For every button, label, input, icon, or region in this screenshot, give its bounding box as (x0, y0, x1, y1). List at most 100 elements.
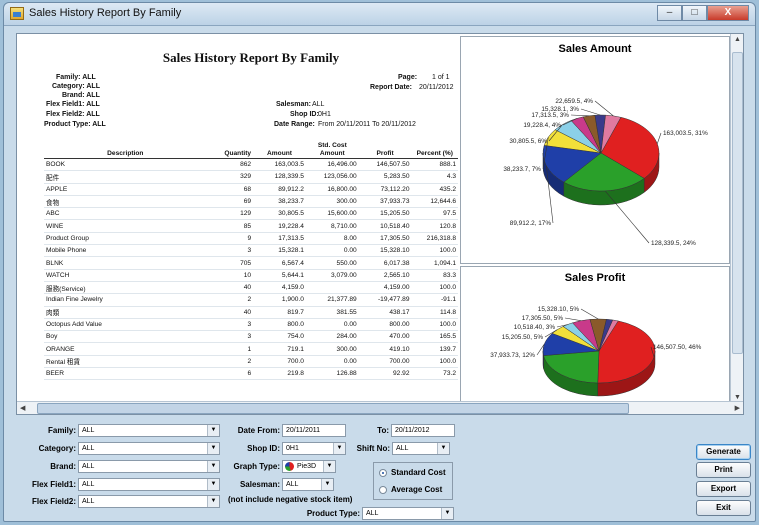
table-row: 肉類 40 819.7 381.55 438.17 114.8 (44, 306, 458, 319)
report-viewer[interactable]: Sales History Report By Family Family: A… (16, 33, 744, 415)
product-type-select[interactable]: ALL ▼ (362, 507, 454, 520)
graph-type-value: Pie3D (297, 463, 317, 470)
table-cell: 128,339.5 (253, 170, 306, 184)
flex-field1-select[interactable]: ALL ▼ (78, 478, 220, 491)
title-bar[interactable]: Sales History Report By Family – □ X (4, 3, 755, 26)
table-cell: 38,233.7 (253, 195, 306, 209)
table-cell: 0.00 (305, 244, 359, 258)
category-select[interactable]: ALL ▼ (78, 442, 220, 455)
sales-amount-chart: Sales Amount 163,003.5, 31% 128,339.5, 24… (460, 36, 730, 264)
table-cell: 1 (206, 342, 254, 356)
filter-form: Family: ALL ▼ Category: ALL ▼ Brand: ALL ▼ … (16, 421, 756, 525)
print-button[interactable]: Print (696, 462, 751, 478)
table-row: BEER 6 219.8 126.88 92.92 73.2 (44, 367, 458, 381)
table-row: BLNK 705 6,567.4 550.00 6,017.38 1,094.1 (44, 256, 458, 270)
table-cell: 550.00 (305, 256, 359, 270)
chevron-down-icon[interactable]: ▼ (441, 508, 453, 519)
generate-button[interactable]: Generate (696, 444, 751, 460)
table-cell: 92.92 (358, 367, 412, 381)
chevron-down-icon[interactable]: ▼ (207, 425, 219, 436)
vertical-scrollbar[interactable]: ▲ ▼ (730, 34, 743, 403)
date-from-input[interactable]: 20/11/2011 (282, 424, 346, 437)
standard-cost-label[interactable]: Standard Cost (391, 468, 446, 477)
table-cell: 2,565.10 (358, 269, 412, 282)
shop-id-value: 0H1 (286, 445, 299, 452)
table-cell: 754.0 (253, 330, 306, 344)
table-cell: 3 (206, 318, 254, 332)
report-date: 20/11/2012 (419, 84, 454, 91)
shop-id-select[interactable]: 0H1 ▼ (282, 442, 346, 455)
chevron-down-icon[interactable]: ▼ (437, 443, 449, 454)
pie-leader-line (580, 108, 601, 116)
table-cell: 705 (206, 256, 254, 270)
table-cell: BLNK (44, 256, 207, 270)
table-cell: 435.2 (411, 183, 458, 196)
scroll-down-icon[interactable]: ▼ (734, 394, 741, 401)
table-row: WATCH 10 5,644.1 3,079.00 2,565.10 83.3 (44, 269, 458, 282)
table-cell: 10 (206, 269, 254, 282)
table-cell: 4.3 (411, 170, 458, 184)
scroll-up-icon[interactable]: ▲ (734, 36, 741, 43)
pie-label: 89,912.2, 17% (510, 220, 552, 227)
table-row: 服務(Service) 40 4,159.0 4,159.00 100.0 (44, 281, 458, 295)
table-cell: 68 (206, 183, 254, 196)
table-cell: 服務(Service) (44, 281, 207, 295)
chevron-down-icon[interactable]: ▼ (321, 479, 333, 490)
sales-profit-chart: Sales Profit 146,507.50, 46% 37,933.73, 1… (460, 266, 730, 402)
table-cell: 85 (206, 219, 254, 233)
family-select[interactable]: ALL ▼ (78, 424, 220, 437)
report-salesman: ALL (312, 101, 325, 108)
table-cell: 700.0 (253, 355, 306, 369)
report-brand: Brand: ALL (62, 92, 100, 99)
chevron-down-icon[interactable]: ▼ (207, 461, 219, 472)
date-to-input[interactable]: 20/11/2012 (391, 424, 455, 437)
salesman-select[interactable]: ALL ▼ (282, 478, 334, 491)
exit-button[interactable]: Exit (696, 500, 751, 516)
table-cell: 40 (206, 306, 254, 319)
report-page-label: Page: (398, 74, 418, 81)
pie-label: 37,933.73, 12% (490, 352, 535, 359)
chevron-down-icon[interactable]: ▼ (207, 479, 219, 490)
table-cell: 719.1 (253, 342, 306, 356)
export-button[interactable]: Export (696, 481, 751, 497)
pie-label: 19,228.4, 4% (523, 122, 561, 129)
vertical-scroll-thumb[interactable] (732, 52, 743, 354)
flex-field2-select[interactable]: ALL ▼ (78, 495, 220, 508)
chevron-down-icon[interactable]: ▼ (207, 496, 219, 507)
maximize-button[interactable]: □ (682, 5, 707, 21)
pie-leader-line (594, 100, 614, 117)
chevron-down-icon[interactable]: ▼ (323, 461, 335, 472)
pie-label: 15,328.10, 5% (538, 306, 580, 313)
pie-chart-icon (285, 462, 294, 471)
table-row: 配件 329 128,339.5 123,056.00 5,283.50 4.3 (44, 170, 458, 184)
chevron-down-icon[interactable]: ▼ (207, 443, 219, 454)
flex-field2-value: ALL (82, 498, 95, 505)
table-cell: 4,159.0 (253, 281, 306, 295)
average-cost-label[interactable]: Average Cost (391, 485, 442, 494)
table-row: Octopus Add Value 3 800.0 0.00 800.00 100.0 (44, 318, 458, 332)
table-cell: 3 (206, 244, 254, 258)
brand-select[interactable]: ALL ▼ (78, 460, 220, 473)
table-cell: 419.10 (358, 342, 412, 356)
minimize-button[interactable]: – (657, 5, 682, 21)
shift-no-select[interactable]: ALL ▼ (392, 442, 450, 455)
table-cell: 6 (206, 367, 254, 381)
graph-type-select[interactable]: Pie3D ▼ (282, 460, 336, 473)
scroll-left-icon[interactable]: ◀ (20, 404, 25, 412)
horizontal-scrollbar[interactable]: ◀ ▶ (17, 401, 743, 414)
table-row: BOOK 862 163,003.5 16,496.00 146,507.50 888.1 (44, 158, 458, 172)
horizontal-scroll-thumb[interactable] (37, 403, 629, 414)
table-cell: 1,094.1 (411, 256, 458, 270)
table-cell: 肉類 (44, 306, 207, 319)
pie-label: 17,305.50, 5% (522, 315, 564, 322)
table-cell: 300.00 (305, 195, 359, 209)
standard-cost-radio[interactable] (379, 469, 387, 477)
average-cost-radio[interactable] (379, 486, 387, 494)
chevron-down-icon[interactable]: ▼ (333, 443, 345, 454)
close-button[interactable]: X (707, 5, 749, 21)
scroll-right-icon[interactable]: ▶ (735, 404, 740, 412)
table-cell: 97.5 (411, 207, 458, 221)
pie-label: 17,313.5, 3% (531, 112, 569, 119)
table-cell: ABC (44, 207, 207, 221)
table-cell: 329 (206, 170, 254, 184)
